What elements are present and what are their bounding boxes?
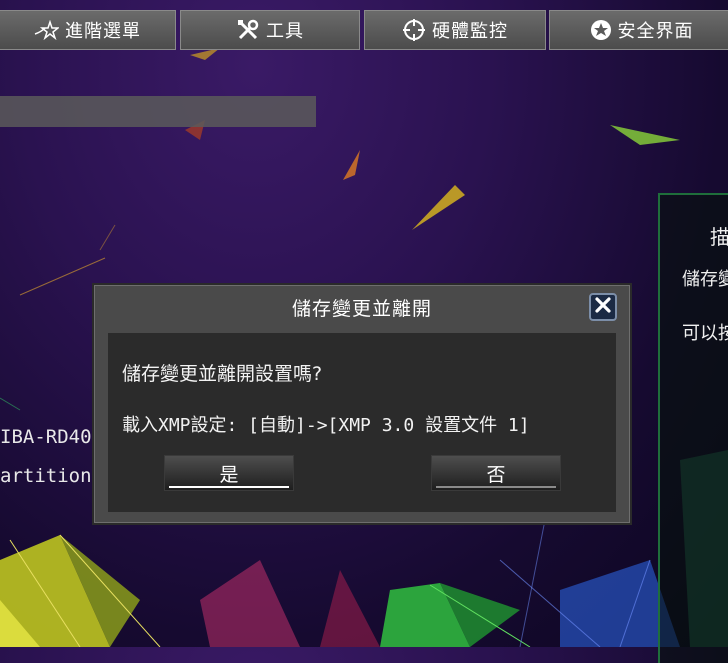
tab-label: 工具 xyxy=(266,21,304,42)
button-underline xyxy=(436,486,556,488)
no-button[interactable]: 否 xyxy=(431,455,561,491)
dialog-body: 儲存變更並離開設置嗎? 載入XMP設定: [自動]->[XMP 3.0 設置文件… xyxy=(108,333,616,512)
dialog-detail: 載入XMP設定: [自動]->[XMP 3.0 設置文件 1] xyxy=(122,415,530,436)
crosshair-icon xyxy=(402,18,426,42)
background-device-name: IBA-RD400 xyxy=(0,426,103,448)
tools-icon xyxy=(236,18,260,42)
description-line: 儲存變 xyxy=(682,269,728,290)
save-exit-dialog: 儲存變更並離開 儲存變更並離開設置嗎? 載入XMP設定: [自動]->[XMP … xyxy=(94,285,630,523)
top-menu: 進階選單 工具 硬體監控 安全界面 xyxy=(0,10,728,50)
tab-label: 安全界面 xyxy=(617,21,694,42)
tab-label: 進階選單 xyxy=(65,21,141,42)
description-panel: 描 儲存變 可以按 xyxy=(658,193,728,663)
tab-advanced-menu[interactable]: 進階選單 xyxy=(0,10,176,50)
dialog-message: 儲存變更並離開設置嗎? xyxy=(122,363,323,385)
yes-label: 是 xyxy=(219,463,239,486)
focus-underline xyxy=(169,486,289,488)
yes-button[interactable]: 是 xyxy=(164,455,294,491)
no-label: 否 xyxy=(486,463,506,486)
tab-label: 硬體監控 xyxy=(432,21,508,42)
tab-hardware-monitor[interactable]: 硬體監控 xyxy=(364,10,546,50)
close-icon xyxy=(595,297,611,317)
description-title: 描 xyxy=(710,225,728,249)
tab-tools[interactable]: 工具 xyxy=(180,10,360,50)
description-line: 可以按 xyxy=(682,323,728,344)
tab-security[interactable]: 安全界面 xyxy=(549,10,728,50)
dialog-title: 儲存變更並離開 xyxy=(291,297,432,320)
shield-icon xyxy=(590,18,612,42)
close-button[interactable] xyxy=(589,293,617,321)
star-icon xyxy=(33,20,59,40)
background-bar xyxy=(0,96,316,127)
